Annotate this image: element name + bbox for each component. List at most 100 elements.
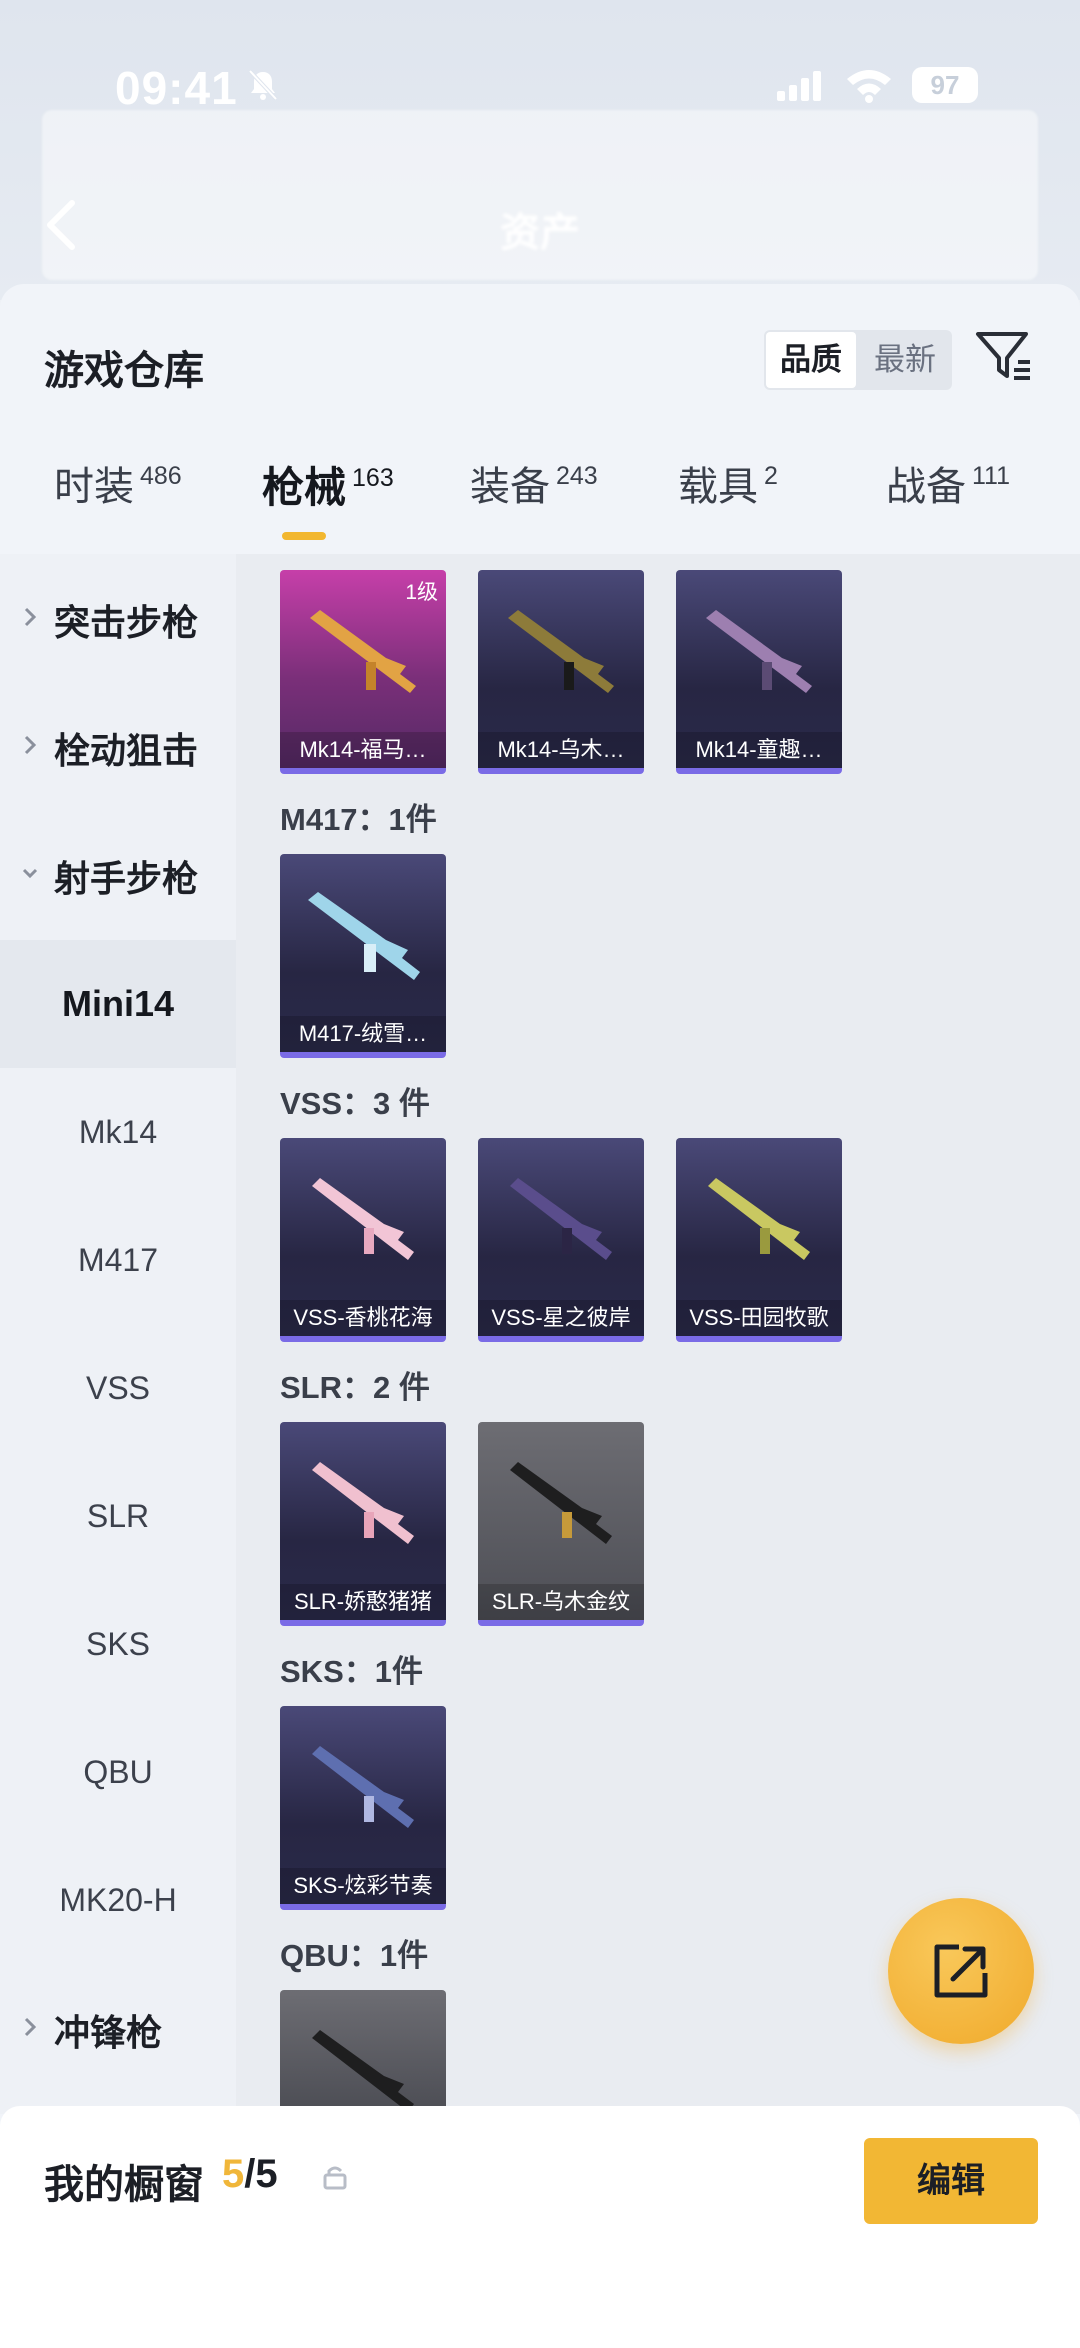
warehouse-sheet: 游戏仓库 品质 最新 时装 486 枪械 163 装备 243 载具 2 战备 111 突… [0, 284, 1080, 2348]
category-tabs: 时装 486 枪械 163 装备 243 载具 2 战备 111 [0, 454, 1080, 554]
weapon-grid: 1级 Mk14-福马… Mk14-乌木… Mk14-童趣… M417：1件 M4… [236, 554, 1080, 2114]
sidebar-subitem-sks[interactable]: SKS [0, 1580, 236, 1708]
sidebar-item-label: 栓动狙击 [54, 730, 199, 771]
sort-newest-option[interactable]: 最新 [860, 332, 950, 388]
tab-equipment[interactable]: 装备 243 [470, 454, 598, 554]
wifi-icon [847, 70, 891, 103]
tab-count: 111 [972, 462, 1011, 490]
group-label-qbu: QBU：1件 [280, 1938, 429, 1973]
sidebar-item-smg[interactable]: 冲锋枪 [0, 1964, 236, 2092]
tab-count: 486 [140, 462, 182, 490]
sort-toggle: 品质 最新 [764, 330, 952, 390]
status-time: 09:41 [115, 62, 238, 114]
edit-button[interactable]: 编辑 [864, 2138, 1038, 2224]
showcase-count: 5/5 [222, 2152, 278, 2197]
tab-label: 时装 [54, 465, 134, 509]
tab-vehicles[interactable]: 载具 2 [678, 454, 778, 554]
showcase-bar: 我的橱窗 5/5 编辑 [0, 2106, 1080, 2348]
rifle-icon [510, 1462, 612, 1544]
rifle-icon [312, 1178, 414, 1260]
chevron-down-icon [22, 868, 38, 879]
sidebar-subitem-mk14[interactable]: Mk14 [0, 1068, 236, 1196]
rifle-icon [312, 1746, 414, 1828]
rifle-icon [310, 610, 416, 693]
share-icon [934, 1944, 988, 1998]
group-label-vss: VSS：3 件 [280, 1086, 430, 1121]
weapon-name: VSS-田园牧歌 [676, 1300, 842, 1336]
filter-icon[interactable] [974, 328, 1034, 388]
tab-supplies[interactable]: 战备 111 [886, 454, 1010, 554]
weapon-name: Mk14-福马… [280, 732, 446, 768]
sidebar-subitem-mini14[interactable]: Mini14 [0, 940, 236, 1068]
weapon-name: M417-绒雪… [280, 1016, 446, 1052]
weapon-name: VSS-星之彼岸 [478, 1300, 644, 1336]
tab-label: 战备 [886, 465, 966, 509]
sidebar-subitem-vss[interactable]: VSS [0, 1324, 236, 1452]
battery-indicator: 97 [912, 67, 978, 103]
weapon-card[interactable]: VSS-香桃花海 [280, 1138, 446, 1342]
weapon-card[interactable]: SKS-炫彩节奏 [280, 1706, 446, 1910]
back-arrow-icon[interactable] [40, 195, 80, 255]
lock-icon [323, 2166, 347, 2190]
weapon-card[interactable]: SLR-娇憨猪猪 [280, 1422, 446, 1626]
rifle-icon [706, 610, 812, 693]
weapon-card[interactable]: VSS-星之彼岸 [478, 1138, 644, 1342]
group-label-sks: SKS：1件 [280, 1654, 423, 1689]
sheet-title: 游戏仓库 [44, 349, 204, 393]
tab-label: 枪械 [262, 464, 347, 511]
active-tab-indicator [282, 532, 326, 540]
weapon-card[interactable] [280, 1990, 446, 2110]
sidebar-item-label: 冲锋枪 [54, 2012, 163, 2053]
weapon-card[interactable]: SLR-乌木金纹 [478, 1422, 644, 1626]
group-label-m417: M417：1件 [280, 802, 437, 837]
weapon-name: SKS-炫彩节奏 [280, 1868, 446, 1904]
sort-quality-option[interactable]: 品质 [766, 332, 856, 388]
status-bar: 09:41 97 [0, 55, 1080, 115]
rifle-icon [708, 1178, 810, 1260]
showcase-current: 5 [222, 2152, 245, 2196]
chevron-right-icon [24, 607, 37, 627]
sidebar-item-marksman-rifle[interactable]: 射手步枪 [0, 810, 236, 938]
weapon-card[interactable]: 1级 Mk14-福马… [280, 570, 446, 774]
tab-count: 163 [352, 464, 394, 492]
tab-label: 载具 [678, 465, 758, 509]
background-title: 资产 [500, 211, 580, 255]
showcase-separator: / [244, 2152, 256, 2196]
weapon-name: Mk14-童趣… [676, 732, 842, 768]
tab-count: 2 [764, 462, 778, 490]
weapon-name: SLR-乌木金纹 [478, 1584, 644, 1620]
sidebar-item-label: 射手步枪 [54, 858, 199, 899]
sidebar-subitem-m417[interactable]: M417 [0, 1196, 236, 1324]
weapon-category-sidebar: 突击步枪 栓动狙击 射手步枪 Mini14 Mk14 M417 VSS SLR … [0, 554, 236, 2114]
chevron-right-icon [24, 735, 37, 755]
weapon-card[interactable]: Mk14-童趣… [676, 570, 842, 774]
rifle-icon [312, 2030, 414, 2110]
sidebar-item-bolt-sniper[interactable]: 栓动狙击 [0, 682, 236, 810]
tab-firearms[interactable]: 枪械 163 [262, 454, 394, 554]
weapon-name: VSS-香桃花海 [280, 1300, 446, 1336]
tab-label: 装备 [470, 465, 550, 509]
tab-fashion[interactable]: 时装 486 [54, 454, 182, 554]
signal-icon [777, 71, 821, 101]
rifle-icon [312, 1462, 414, 1544]
weapon-card[interactable]: Mk14-乌木… [478, 570, 644, 774]
weapon-name: Mk14-乌木… [478, 732, 644, 768]
bell-muted-icon [248, 69, 278, 101]
share-button[interactable] [888, 1898, 1034, 2044]
sidebar-subitem-qbu[interactable]: QBU [0, 1708, 236, 1836]
weapon-card[interactable]: VSS-田园牧歌 [676, 1138, 842, 1342]
sidebar-item-assault-rifle[interactable]: 突击步枪 [0, 554, 236, 682]
showcase-label: 我的橱窗 [44, 2163, 204, 2207]
chevron-right-icon [24, 2017, 37, 2037]
sidebar-subitem-mk20h[interactable]: MK20-H [0, 1836, 236, 1964]
weapon-name: SLR-娇憨猪猪 [280, 1584, 446, 1620]
rifle-icon [308, 892, 420, 980]
tab-count: 243 [556, 462, 598, 490]
background-page: 09:41 97 资产 [0, 0, 1080, 300]
showcase-total: 5 [255, 2152, 278, 2196]
group-label-slr: SLR：2 件 [280, 1370, 430, 1405]
rifle-icon [508, 610, 614, 693]
weapon-card[interactable]: M417-绒雪… [280, 854, 446, 1058]
rifle-icon [510, 1178, 612, 1260]
sidebar-subitem-slr[interactable]: SLR [0, 1452, 236, 1580]
